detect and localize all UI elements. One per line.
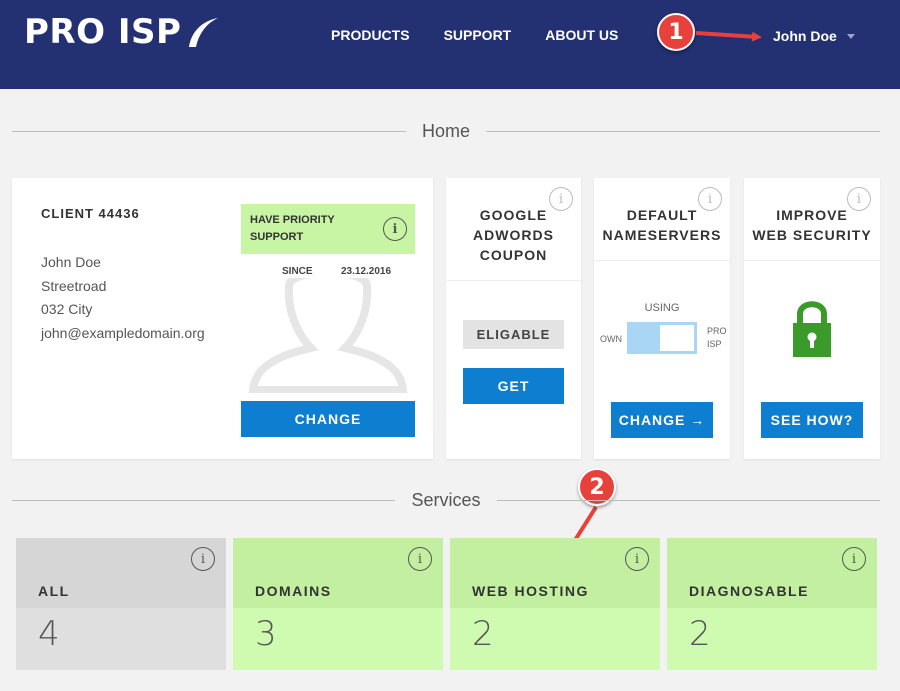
divider-line bbox=[12, 130, 406, 132]
divider-line bbox=[496, 499, 880, 501]
security-title: IMPROVE WEB SECURITY bbox=[744, 205, 880, 245]
service-tile-head: i DIAGNOSABLE bbox=[667, 538, 877, 608]
coupon-title-line: COUPON bbox=[479, 247, 548, 263]
nav-products[interactable]: PRODUCTS bbox=[331, 27, 410, 43]
nameserver-toggle[interactable] bbox=[627, 322, 697, 354]
toggle-knob[interactable] bbox=[660, 325, 694, 351]
change-nameservers-button[interactable]: CHANGE → bbox=[611, 402, 713, 438]
service-tile-diagnosable[interactable]: i DIAGNOSABLE 2 bbox=[667, 538, 877, 670]
using-label: USING bbox=[644, 302, 680, 314]
info-icon[interactable]: i bbox=[383, 217, 407, 241]
avatar-silhouette-icon bbox=[248, 278, 408, 393]
nav-about-us[interactable]: ABOUT US bbox=[545, 27, 618, 43]
card-header: IMPROVE WEB SECURITY i bbox=[744, 178, 880, 260]
service-label: DIAGNOSABLE bbox=[689, 583, 809, 599]
service-label: ALL bbox=[38, 583, 70, 599]
service-tile-body: 4 bbox=[16, 608, 226, 670]
toggle-pro-line: PRO bbox=[707, 326, 727, 336]
service-count: 3 bbox=[255, 614, 277, 654]
since-label: SINCE bbox=[282, 266, 313, 277]
client-email: john@exampledomain.org bbox=[41, 324, 205, 341]
service-tile-head: i DOMAINS bbox=[233, 538, 443, 608]
priority-support-badge: HAVE PRIORITY SUPPORT i bbox=[241, 204, 415, 254]
service-tile-head: i WEB HOSTING bbox=[450, 538, 660, 608]
toggle-own-label: OWN bbox=[600, 334, 622, 344]
client-city: 032 City bbox=[41, 301, 93, 317]
service-label: DOMAINS bbox=[255, 583, 332, 599]
toggle-pro-isp-label: PRO ISP bbox=[707, 325, 727, 351]
home-heading: Home bbox=[422, 120, 471, 141]
coupon-title: GOOGLE ADWORDS COUPON bbox=[446, 205, 581, 265]
user-menu[interactable]: John Doe bbox=[773, 28, 855, 44]
chevron-down-icon bbox=[846, 33, 855, 39]
info-icon[interactable]: i bbox=[625, 547, 649, 571]
service-tile-web-hosting[interactable]: i WEB HOSTING 2 bbox=[450, 538, 660, 670]
services-section-title: Services bbox=[12, 490, 880, 510]
client-name: John Doe bbox=[41, 254, 101, 270]
web-security-card: IMPROVE WEB SECURITY i SEE HOW? bbox=[744, 178, 880, 459]
service-tile-body: 2 bbox=[667, 608, 877, 670]
services-heading: Services bbox=[411, 489, 481, 510]
service-tile-domains[interactable]: i DOMAINS 3 bbox=[233, 538, 443, 670]
service-tile-body: 2 bbox=[450, 608, 660, 670]
client-title: CLIENT 44436 bbox=[41, 206, 140, 221]
top-header: PRO ISP PRODUCTS SUPPORT ABOUT US John D… bbox=[0, 0, 900, 89]
logo-swoosh-icon bbox=[189, 18, 219, 47]
nameservers-title: DEFAULT NAMESERVERS bbox=[594, 205, 730, 245]
lock-icon bbox=[793, 301, 831, 357]
change-client-button[interactable]: CHANGE bbox=[241, 401, 415, 437]
info-icon[interactable]: i bbox=[842, 547, 866, 571]
service-count: 4 bbox=[38, 614, 60, 654]
default-nameservers-card: DEFAULT NAMESERVERS i USING OWN PRO ISP … bbox=[594, 178, 730, 459]
service-count: 2 bbox=[689, 614, 711, 654]
pro-isp-logo[interactable]: PRO ISP bbox=[24, 12, 219, 52]
service-count: 2 bbox=[472, 614, 494, 654]
card-header: DEFAULT NAMESERVERS i bbox=[594, 178, 730, 260]
service-tile-all[interactable]: i ALL 4 bbox=[16, 538, 226, 670]
client-card: CLIENT 44436 John Doe Streetroad 032 Cit… bbox=[12, 178, 433, 459]
client-info: John Doe Streetroad 032 City john@exampl… bbox=[41, 251, 221, 345]
nav-support[interactable]: SUPPORT bbox=[444, 27, 512, 43]
user-name: John Doe bbox=[773, 28, 837, 44]
service-label: WEB HOSTING bbox=[472, 583, 589, 599]
card-header: GOOGLE ADWORDS COUPON i bbox=[446, 178, 581, 280]
nameservers-title-line: NAMESERVERS bbox=[602, 227, 722, 243]
info-icon[interactable]: i bbox=[847, 187, 871, 211]
security-title-line: WEB SECURITY bbox=[752, 227, 872, 243]
client-street: Streetroad bbox=[41, 277, 107, 294]
service-tile-body: 3 bbox=[233, 608, 443, 670]
adwords-coupon-card: GOOGLE ADWORDS COUPON i ELIGABLE GET bbox=[446, 178, 581, 459]
divider-line bbox=[486, 130, 881, 132]
eligible-status: ELIGABLE bbox=[463, 320, 564, 349]
coupon-title-line: ADWORDS bbox=[473, 227, 554, 243]
info-icon[interactable]: i bbox=[549, 187, 573, 211]
info-icon[interactable]: i bbox=[191, 547, 215, 571]
toggle-isp-line: ISP bbox=[707, 339, 722, 349]
logo-text: PRO ISP bbox=[24, 12, 182, 52]
priority-support-label: HAVE PRIORITY SUPPORT bbox=[250, 214, 335, 243]
service-tile-head: i ALL bbox=[16, 538, 226, 608]
since-date: 23.12.2016 bbox=[341, 266, 392, 277]
main-nav: PRODUCTS SUPPORT ABOUT US bbox=[331, 27, 652, 43]
info-icon[interactable]: i bbox=[408, 547, 432, 571]
home-section-title: Home bbox=[12, 120, 881, 141]
get-coupon-button[interactable]: GET bbox=[463, 368, 564, 404]
annotation-badge-1: 1 bbox=[657, 13, 695, 51]
divider-line bbox=[12, 499, 396, 501]
see-how-button[interactable]: SEE HOW? bbox=[761, 402, 863, 438]
info-icon[interactable]: i bbox=[698, 187, 722, 211]
